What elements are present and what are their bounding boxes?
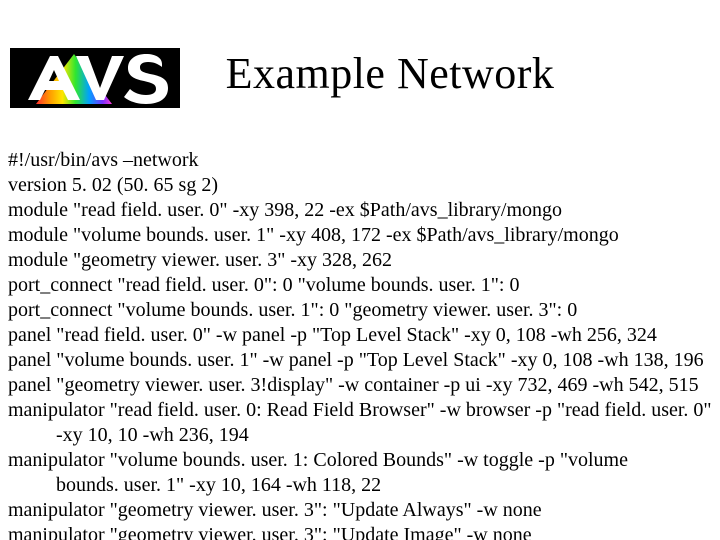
code-line: manipulator "volume bounds. user. 1: Col… (8, 448, 720, 473)
code-line: module "read field. user. 0" -xy 398, 22… (8, 198, 720, 223)
slide-title: Example Network (0, 48, 720, 99)
code-line: manipulator "geometry viewer. user. 3": … (8, 523, 720, 540)
code-block: #!/usr/bin/avs –network version 5. 02 (5… (8, 148, 720, 540)
code-line: port_connect "volume bounds. user. 1": 0… (8, 298, 720, 323)
code-line: version 5. 02 (50. 65 sg 2) (8, 173, 720, 198)
code-line: panel "geometry viewer. user. 3!display"… (8, 373, 720, 398)
code-line: panel "read field. user. 0" -w panel -p … (8, 323, 720, 348)
code-line-cont: -xy 10, 10 -wh 236, 194 (8, 423, 720, 448)
code-line: module "geometry viewer. user. 3" -xy 32… (8, 248, 720, 273)
code-line: panel "volume bounds. user. 1" -w panel … (8, 348, 720, 373)
code-line: port_connect "read field. user. 0": 0 "v… (8, 273, 720, 298)
code-line: #!/usr/bin/avs –network (8, 148, 720, 173)
code-line-cont: bounds. user. 1" -xy 10, 164 -wh 118, 22 (8, 473, 720, 498)
code-line: manipulator "read field. user. 0: Read F… (8, 398, 720, 423)
code-line: manipulator "geometry viewer. user. 3": … (8, 498, 720, 523)
slide: Example Network #!/usr/bin/avs –network … (0, 0, 720, 540)
code-line: module "volume bounds. user. 1" -xy 408,… (8, 223, 720, 248)
